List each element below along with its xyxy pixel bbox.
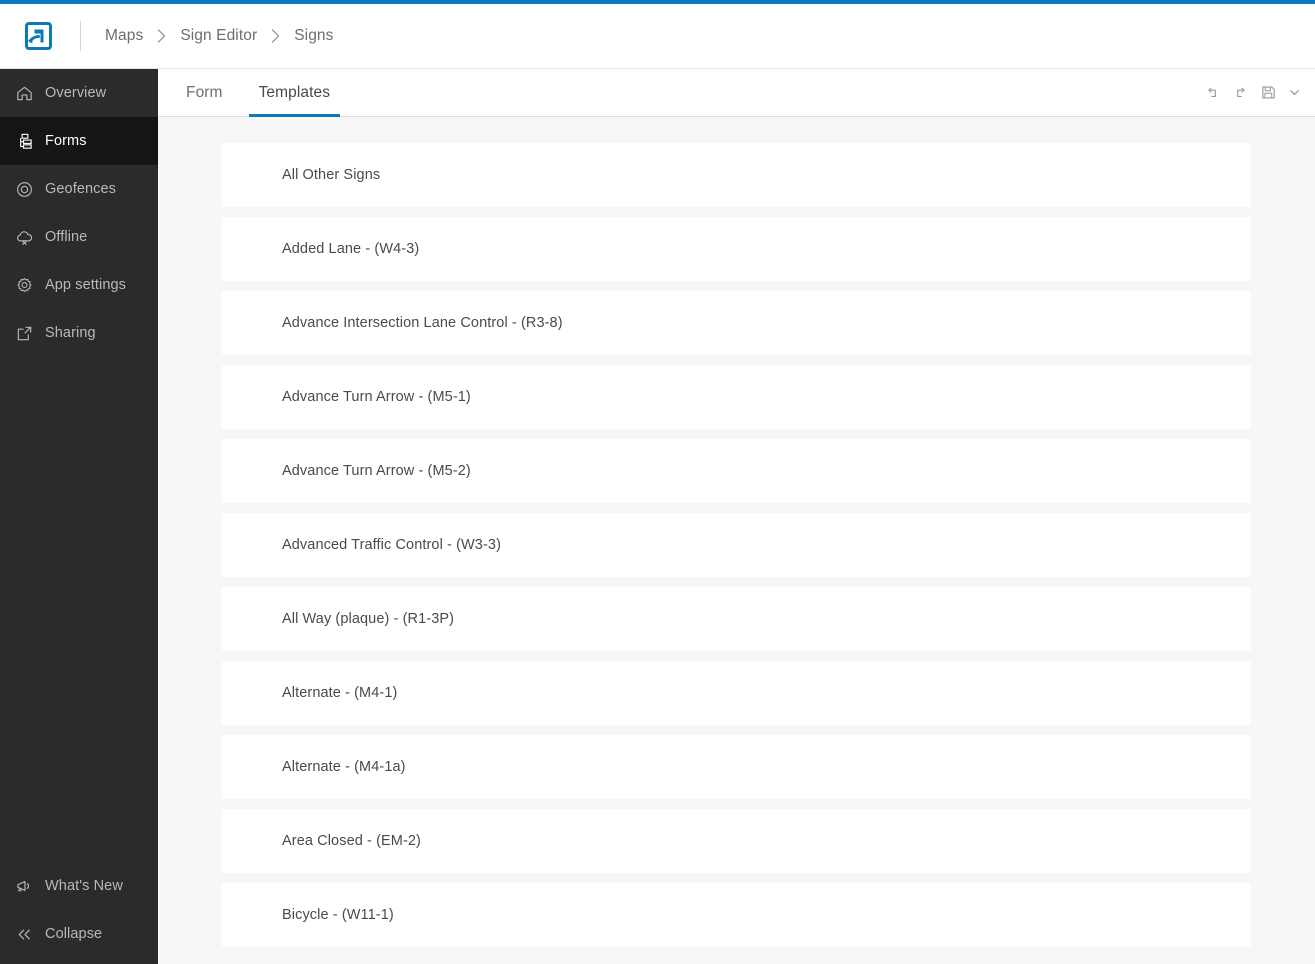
save-options-button[interactable]: [1283, 80, 1305, 106]
table-row[interactable]: Alternate - (M4-1a): [222, 735, 1251, 799]
template-label: Advanced Traffic Control - (W3-3): [282, 537, 501, 553]
breadcrumb: Maps Sign Editor Signs: [105, 27, 334, 45]
sidebar-item-whats-new[interactable]: What's New: [0, 862, 158, 910]
gear-icon: [14, 275, 34, 295]
template-label: Area Closed - (EM-2): [282, 833, 421, 849]
chevron-right-icon: [157, 29, 166, 43]
template-label: All Other Signs: [282, 167, 381, 183]
template-label: Advance Turn Arrow - (M5-1): [282, 389, 471, 405]
sidebar-item-label: App settings: [45, 277, 126, 293]
table-row[interactable]: Area Closed - (EM-2): [222, 809, 1251, 873]
template-label: Bicycle - (W11-1): [282, 907, 394, 923]
redo-button[interactable]: [1227, 80, 1253, 106]
breadcrumb-item-signs[interactable]: Signs: [294, 27, 333, 45]
share-icon: [14, 323, 34, 343]
template-label: Added Lane - (W4-3): [282, 241, 420, 257]
table-row[interactable]: Bicycle - (W11-1): [222, 883, 1251, 947]
sidebar-item-label: Offline: [45, 229, 88, 245]
chevron-down-icon: [1288, 86, 1301, 99]
sidebar: Overview Forms Geofences Offline App set…: [0, 69, 158, 964]
template-label: Advance Turn Arrow - (M5-2): [282, 463, 471, 479]
app-window: Maps Sign Editor Signs Overview Forms Ge…: [0, 0, 1315, 964]
field-maps-logo-icon[interactable]: [22, 20, 54, 52]
template-label: Alternate - (M4-1a): [282, 759, 406, 775]
redo-icon: [1232, 84, 1249, 101]
table-row[interactable]: All Other Signs: [222, 143, 1251, 207]
template-label: All Way (plaque) - (R1-3P): [282, 611, 455, 627]
undo-icon: [1204, 84, 1221, 101]
templates-list: All Other Signs Added Lane - (W4-3) Adva…: [222, 143, 1251, 964]
table-row[interactable]: Advance Turn Arrow - (M5-1): [222, 365, 1251, 429]
sidebar-item-label: Sharing: [45, 325, 96, 341]
geofence-icon: [14, 179, 34, 199]
save-icon: [1260, 84, 1277, 101]
tab-templates[interactable]: Templates: [248, 69, 341, 117]
save-button[interactable]: [1255, 80, 1281, 106]
breadcrumb-item-maps[interactable]: Maps: [105, 27, 143, 45]
tab-form[interactable]: Form: [176, 69, 233, 116]
breadcrumb-item-sign-editor[interactable]: Sign Editor: [180, 27, 257, 45]
tab-bar: Form Templates: [158, 69, 1315, 117]
editor-actions: [1199, 69, 1315, 116]
home-icon: [14, 83, 34, 103]
table-row[interactable]: Advanced Traffic Control - (W3-3): [222, 513, 1251, 577]
sidebar-item-overview[interactable]: Overview: [0, 69, 158, 117]
sidebar-item-label: Collapse: [45, 926, 103, 942]
sidebar-item-label: Forms: [45, 133, 87, 149]
chevron-right-icon: [271, 29, 280, 43]
table-row[interactable]: Advance Turn Arrow - (M5-2): [222, 439, 1251, 503]
chevron-double-left-icon: [14, 924, 34, 944]
main-panel: Form Templates All Other Signs Added Lan…: [158, 69, 1315, 964]
table-row[interactable]: Added Lane - (W4-3): [222, 217, 1251, 281]
table-row[interactable]: Alternate - (M4-1): [222, 661, 1251, 725]
sidebar-collapse-button[interactable]: Collapse: [0, 910, 158, 958]
app-body: Overview Forms Geofences Offline App set…: [0, 69, 1315, 964]
cloud-off-icon: [14, 227, 34, 247]
sidebar-item-sharing[interactable]: Sharing: [0, 309, 158, 357]
sidebar-item-app-settings[interactable]: App settings: [0, 261, 158, 309]
template-label: Advance Intersection Lane Control - (R3-…: [282, 315, 563, 331]
sidebar-item-label: Overview: [45, 85, 107, 101]
undo-button[interactable]: [1199, 80, 1225, 106]
sidebar-primary-nav: Overview Forms Geofences Offline App set…: [0, 69, 158, 357]
megaphone-icon: [14, 876, 34, 896]
template-label: Alternate - (M4-1): [282, 685, 398, 701]
sidebar-item-label: Geofences: [45, 181, 117, 197]
sidebar-item-label: What's New: [45, 878, 123, 894]
sidebar-item-forms[interactable]: Forms: [0, 117, 158, 165]
table-row[interactable]: All Way (plaque) - (R1-3P): [222, 587, 1251, 651]
sidebar-item-geofences[interactable]: Geofences: [0, 165, 158, 213]
sidebar-item-offline[interactable]: Offline: [0, 213, 158, 261]
header-divider: [80, 21, 81, 51]
form-tree-icon: [14, 131, 34, 151]
sidebar-secondary-nav: What's New Collapse: [0, 862, 158, 964]
templates-scroll-area[interactable]: All Other Signs Added Lane - (W4-3) Adva…: [158, 117, 1315, 964]
app-header: Maps Sign Editor Signs: [0, 4, 1315, 69]
table-row[interactable]: Advance Intersection Lane Control - (R3-…: [222, 291, 1251, 355]
